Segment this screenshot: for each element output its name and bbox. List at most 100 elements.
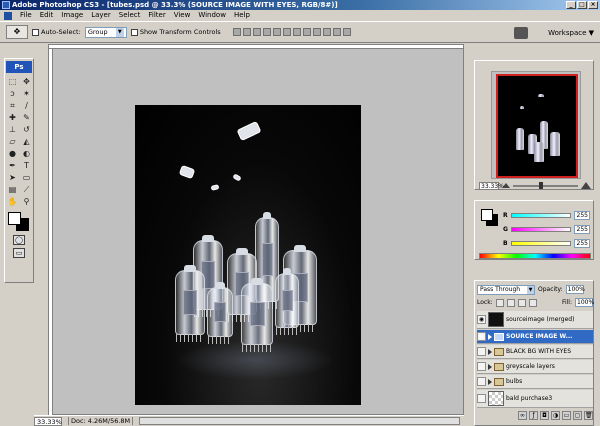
trash-icon[interactable]: 🗑 (584, 411, 593, 420)
auto-select-checkbox[interactable] (32, 28, 39, 36)
eraser-tool-icon[interactable]: ▱ (6, 136, 19, 147)
opacity-field[interactable]: 100% (565, 285, 585, 294)
path-selection-tool-icon[interactable]: ➤ (6, 172, 19, 183)
slider-thumb[interactable] (539, 181, 543, 189)
zoom-level-field[interactable]: 33.33% (34, 416, 62, 426)
type-tool-icon[interactable]: T (20, 160, 33, 171)
maximize-button[interactable]: □ (577, 1, 587, 9)
color-panel-foreground-swatch[interactable] (481, 209, 493, 221)
document-window[interactable] (48, 44, 464, 418)
clone-stamp-tool-icon[interactable]: ⊥ (6, 124, 19, 135)
lasso-tool-icon[interactable]: ↄ (6, 88, 19, 99)
expand-triangle-icon[interactable] (488, 363, 492, 370)
lock-position-icon[interactable] (517, 298, 526, 307)
new-layer-icon[interactable]: ▢ (573, 411, 582, 420)
eye-toggle-empty[interactable] (477, 394, 486, 403)
horizontal-scrollbar[interactable] (139, 417, 460, 425)
document-size[interactable]: Doc: 4.26M/56.8M (68, 417, 134, 425)
menu-help[interactable]: Help (230, 10, 254, 21)
navigator-zoom-field[interactable]: 33.33% (479, 181, 504, 190)
eye-toggle-empty[interactable] (477, 377, 486, 386)
healing-brush-tool-icon[interactable]: ✚ (6, 112, 19, 123)
dodge-tool-icon[interactable]: ◐ (20, 148, 33, 159)
color-ramp[interactable] (479, 253, 591, 259)
lock-image-icon[interactable] (506, 298, 515, 307)
menu-window[interactable]: Window (194, 10, 230, 21)
quick-mask-icon[interactable]: ◯ (13, 235, 25, 245)
pen-tool-icon[interactable]: ✒ (6, 160, 19, 171)
blue-slider[interactable] (511, 240, 571, 246)
move-tool-icon[interactable]: ✥ (20, 76, 33, 87)
paint-bucket-tool-icon[interactable]: ◭ (20, 136, 33, 147)
distribute-hcenter-icon[interactable] (332, 28, 341, 36)
menu-layer[interactable]: Layer (87, 10, 115, 21)
layer-row[interactable]: greyscale layers (477, 360, 593, 374)
expand-triangle-icon[interactable] (488, 333, 492, 340)
layer-row[interactable]: bald purchase3 (477, 390, 593, 408)
distribute-vcenter-icon[interactable] (302, 28, 311, 36)
menu-select[interactable]: Select (115, 10, 145, 21)
foreground-color-swatch[interactable] (8, 212, 21, 225)
layer-style-icon[interactable]: ƒ (529, 411, 538, 420)
navigator-zoom-slider[interactable] (513, 181, 578, 189)
red-value-field[interactable]: 255 (574, 210, 590, 220)
layer-row-selected[interactable]: ◉ SOURCE IMAGE W... (477, 330, 593, 344)
ps-menu-icon[interactable] (4, 11, 12, 20)
expand-triangle-icon[interactable] (488, 378, 492, 385)
layer-row[interactable]: ◉ sourceimage (merged) (477, 311, 593, 329)
menu-filter[interactable]: Filter (144, 10, 169, 21)
lock-transparent-icon[interactable] (495, 298, 504, 307)
align-vcenter-icon[interactable] (242, 28, 251, 36)
green-slider[interactable] (511, 226, 571, 232)
magic-wand-tool-icon[interactable]: ✶ (20, 88, 33, 99)
adjustment-layer-icon[interactable]: ◑ (551, 411, 560, 420)
workspace-button[interactable]: Workspace ▼ (548, 26, 594, 40)
eye-toggle-empty[interactable] (477, 347, 486, 356)
navigator-view-box[interactable] (496, 74, 578, 178)
zoom-in-icon[interactable] (581, 182, 591, 189)
crop-tool-icon[interactable]: ⌗ (6, 100, 19, 111)
show-transform-checkbox[interactable] (130, 28, 138, 36)
distribute-top-icon[interactable] (292, 28, 301, 36)
zoom-tool-icon[interactable]: ⚲ (20, 196, 33, 207)
marquee-tool-icon[interactable]: ⬚ (6, 76, 19, 87)
notes-tool-icon[interactable]: ▤ (6, 184, 19, 195)
blur-tool-icon[interactable]: ● (6, 148, 19, 159)
distribute-left-icon[interactable] (322, 28, 331, 36)
blend-mode-dropdown[interactable]: Pass Through ▼ (477, 284, 535, 295)
slice-tool-icon[interactable]: ∕ (20, 100, 33, 111)
align-left-icon[interactable] (262, 28, 271, 36)
distribute-right-icon[interactable] (342, 28, 351, 36)
show-transform-group[interactable]: Show Transform Controls (130, 28, 221, 36)
layer-mask-icon[interactable]: ◘ (540, 411, 549, 420)
align-bottom-icon[interactable] (252, 28, 261, 36)
layer-row[interactable]: BLACK BG WITH EYES (477, 345, 593, 359)
bridge-icon[interactable] (514, 27, 528, 39)
layer-row[interactable]: bulbs (477, 375, 593, 389)
close-button[interactable]: × (588, 1, 598, 9)
eye-icon[interactable]: ◉ (477, 332, 486, 341)
screen-mode-icon[interactable]: ▭ (13, 248, 25, 258)
auto-select-checkbox-group[interactable]: Auto-Select: (32, 28, 81, 36)
menu-edit[interactable]: Edit (36, 10, 58, 21)
zoom-out-icon[interactable] (502, 183, 510, 188)
menu-view[interactable]: View (170, 10, 195, 21)
document-canvas[interactable] (135, 105, 361, 405)
history-brush-tool-icon[interactable]: ↺ (20, 124, 33, 135)
link-layers-icon[interactable]: ∞ (518, 411, 527, 420)
green-value-field[interactable]: 255 (574, 224, 590, 234)
red-slider[interactable] (511, 212, 571, 218)
navigator-thumbnail[interactable] (491, 71, 581, 179)
align-hcenter-icon[interactable] (272, 28, 281, 36)
menu-image[interactable]: Image (57, 10, 87, 21)
lock-all-icon[interactable] (528, 298, 537, 307)
eye-icon[interactable]: ◉ (477, 315, 486, 324)
auto-select-dropdown[interactable]: Group ▼ (84, 26, 127, 38)
eyedropper-tool-icon[interactable]: ⟋ (20, 184, 33, 195)
eye-toggle-empty[interactable] (477, 362, 486, 371)
hand-tool-icon[interactable]: ✋ (6, 196, 19, 207)
minimize-button[interactable]: _ (566, 1, 576, 9)
fill-field[interactable]: 100% (575, 298, 594, 307)
shape-tool-icon[interactable]: ▭ (20, 172, 33, 183)
align-right-icon[interactable] (282, 28, 291, 36)
